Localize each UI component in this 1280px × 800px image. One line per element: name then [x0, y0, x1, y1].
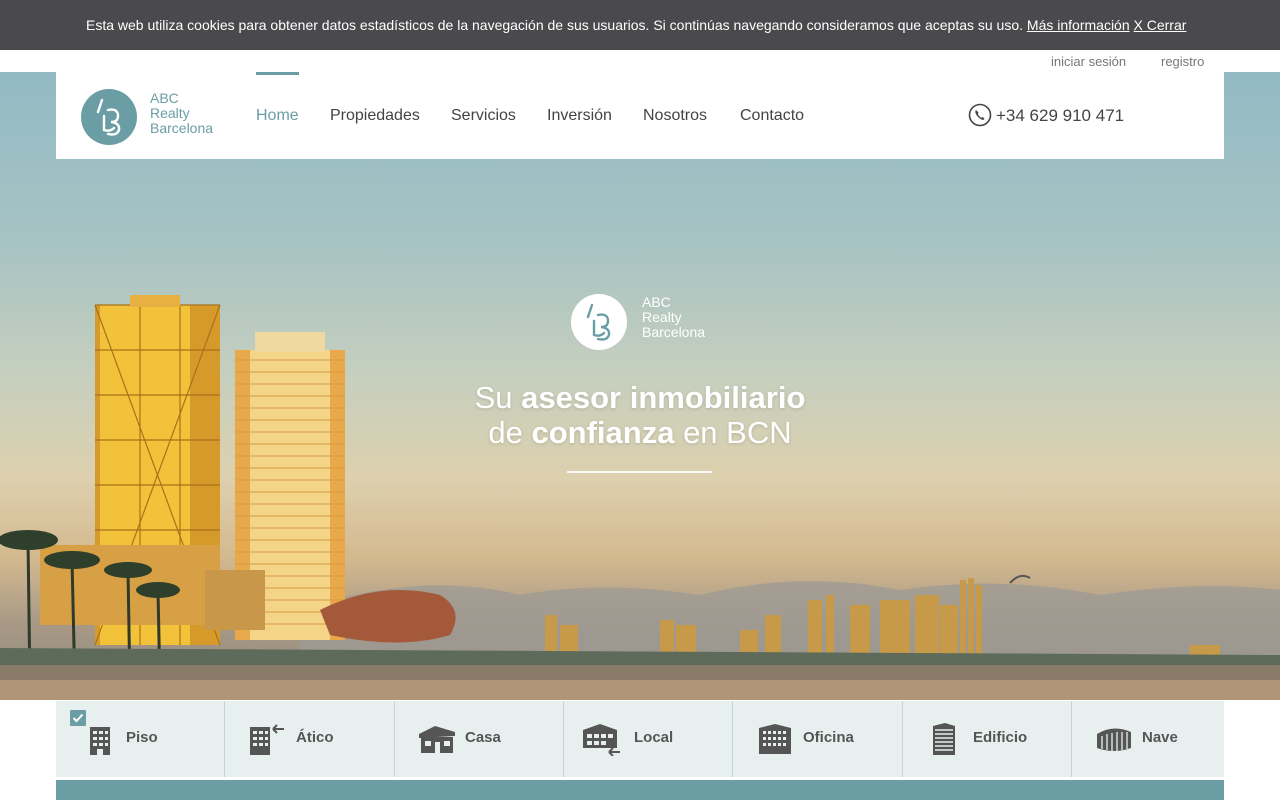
- search-panel-edge: [56, 780, 1224, 800]
- type-oficina[interactable]: Oficina: [733, 701, 903, 777]
- brand-line-3: Barcelona: [150, 120, 214, 136]
- hero-headline: Su asesor inmobiliario de confianza en B…: [440, 380, 840, 450]
- hero-brand-line-1: ABC: [642, 294, 671, 310]
- type-atico[interactable]: Ático: [225, 701, 395, 777]
- type-label-oficina: Oficina: [803, 729, 854, 746]
- type-label-edificio: Edificio: [973, 729, 1028, 746]
- type-label-casa: Casa: [465, 729, 501, 746]
- headline-part-5: en BCN: [674, 415, 792, 450]
- commercial-premises-icon: [583, 724, 620, 756]
- phone-icon: [968, 103, 992, 126]
- brand-line-2: Realty: [150, 105, 190, 121]
- site-header: ABC Realty Barcelona Home Propiedades Se…: [56, 72, 1224, 159]
- type-label-local: Local: [634, 729, 674, 746]
- nav-inversion[interactable]: Inversión: [547, 72, 612, 159]
- building-icon: [933, 723, 955, 755]
- brand-name: ABC Realty Barcelona: [150, 91, 213, 136]
- headline-part-4: confianza: [531, 415, 675, 450]
- type-local[interactable]: Local: [564, 701, 733, 777]
- hero-brand-line-2: Realty: [642, 309, 682, 325]
- register-link[interactable]: registro: [1161, 54, 1204, 69]
- type-label-nave: Nave: [1142, 729, 1178, 746]
- type-nave[interactable]: Nave: [1072, 701, 1224, 777]
- more-info-link[interactable]: Más información: [1027, 17, 1130, 33]
- type-piso[interactable]: Piso: [56, 701, 225, 777]
- nav-contacto[interactable]: Contacto: [740, 72, 804, 159]
- hero-brand-line-3: Barcelona: [642, 324, 706, 340]
- cookie-banner: Esta web utiliza cookies para obtener da…: [0, 0, 1280, 50]
- account-bar: iniciar sesión registro: [0, 50, 1280, 72]
- abc-logo-icon: [81, 89, 137, 145]
- login-link[interactable]: iniciar sesión: [1051, 54, 1126, 69]
- brand-line-1: ABC: [150, 90, 179, 106]
- property-type-filter: Piso Ático Casa Local Oficina Edificio N…: [56, 701, 1224, 777]
- house-icon: [419, 726, 455, 753]
- type-edificio[interactable]: Edificio: [903, 701, 1072, 777]
- apartment-icon: [90, 727, 110, 755]
- type-casa[interactable]: Casa: [395, 701, 564, 777]
- penthouse-icon: [250, 724, 284, 755]
- nav-home[interactable]: Home: [256, 72, 299, 159]
- cookie-message: Esta web utiliza cookies para obtener da…: [86, 17, 1024, 33]
- warehouse-icon: [1097, 728, 1131, 751]
- close-cookie-link[interactable]: X Cerrar: [1134, 17, 1187, 33]
- nav-nosotros[interactable]: Nosotros: [643, 72, 707, 159]
- headline-part-1: Su: [474, 380, 522, 415]
- hero-logo: ABC Realty Barcelona: [570, 293, 720, 351]
- nav-propiedades[interactable]: Propiedades: [330, 72, 420, 159]
- headline-part-3: de: [488, 415, 532, 450]
- brand-logo[interactable]: ABC Realty Barcelona: [80, 88, 220, 146]
- hero-divider: [567, 471, 712, 473]
- type-label-atico: Ático: [296, 729, 334, 746]
- phone-number: +34 629 910 471: [996, 106, 1125, 125]
- hero-brand-name: ABC Realty Barcelona: [642, 295, 705, 340]
- type-label-piso: Piso: [126, 729, 158, 746]
- headline-part-2: asesor inmobiliario: [521, 380, 806, 415]
- abc-logo-white-icon: [571, 294, 627, 350]
- nav-servicios[interactable]: Servicios: [451, 72, 516, 159]
- office-icon: [759, 724, 791, 754]
- phone-contact[interactable]: +34 629 910 471: [968, 72, 1124, 159]
